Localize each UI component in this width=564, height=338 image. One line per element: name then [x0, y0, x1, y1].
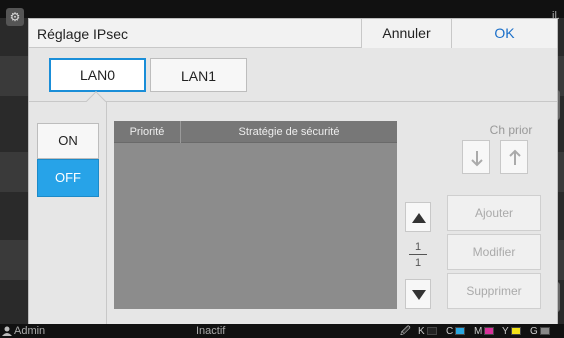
total-pages: 1 — [414, 257, 422, 269]
device-state: Inactif — [196, 325, 226, 337]
dialog-title-bar: Réglage IPsec Annuler OK — [29, 19, 557, 48]
ipsec-settings-dialog: Réglage IPsec Annuler OK LAN0 LAN1 ON OF… — [28, 18, 558, 325]
status-bar: Admin Inactif 🖉 K C M Y G — [0, 324, 564, 338]
security-policy-table[interactable]: Priorité Stratégie de sécurité — [114, 121, 397, 309]
arrow-down-icon — [471, 151, 483, 167]
column-header-priority: Priorité — [114, 121, 181, 143]
tab-panel-divider — [29, 101, 557, 102]
arrow-up-icon — [509, 149, 521, 165]
dialog-title: Réglage IPsec — [37, 26, 129, 42]
cancel-button[interactable]: Annuler — [361, 19, 451, 48]
settings-gear-icon: ⚙ — [6, 8, 24, 26]
priority-up-button[interactable] — [500, 140, 528, 174]
tab-lan1[interactable]: LAN1 — [150, 58, 247, 92]
background-header — [0, 0, 564, 18]
ink-y: Y — [502, 327, 521, 337]
ink-c: C — [446, 327, 466, 337]
modify-button[interactable]: Modifier — [447, 234, 541, 270]
ink-k: K — [418, 327, 437, 337]
ink-g: G — [530, 327, 550, 337]
delete-button[interactable]: Supprimer — [447, 273, 541, 309]
off-button[interactable]: OFF — [37, 159, 99, 197]
column-header-security-policy: Stratégie de sécurité — [238, 126, 340, 138]
priority-down-button[interactable] — [462, 140, 490, 174]
user-icon — [2, 326, 12, 336]
current-page: 1 — [414, 241, 422, 253]
ok-button[interactable]: OK — [451, 19, 557, 48]
ink-m: M — [474, 327, 495, 337]
add-button[interactable]: Ajouter — [447, 195, 541, 231]
logged-in-user: Admin — [14, 325, 46, 337]
tab-lan0[interactable]: LAN0 — [49, 58, 146, 92]
page-down-button[interactable] — [405, 279, 431, 309]
triangle-down-icon — [412, 290, 426, 300]
change-priority-label: Ch prior — [489, 123, 533, 137]
page-divider — [409, 254, 427, 255]
on-button[interactable]: ON — [37, 123, 99, 159]
triangle-up-icon — [412, 213, 426, 223]
ink-level-icon: 🖉 — [400, 326, 411, 337]
table-header: Priorité Stratégie de sécurité — [114, 121, 397, 143]
page-up-button[interactable] — [405, 202, 431, 232]
device-screen: ⚙ il. Réglage IPsec Annuler OK LAN0 LAN1… — [0, 0, 564, 338]
